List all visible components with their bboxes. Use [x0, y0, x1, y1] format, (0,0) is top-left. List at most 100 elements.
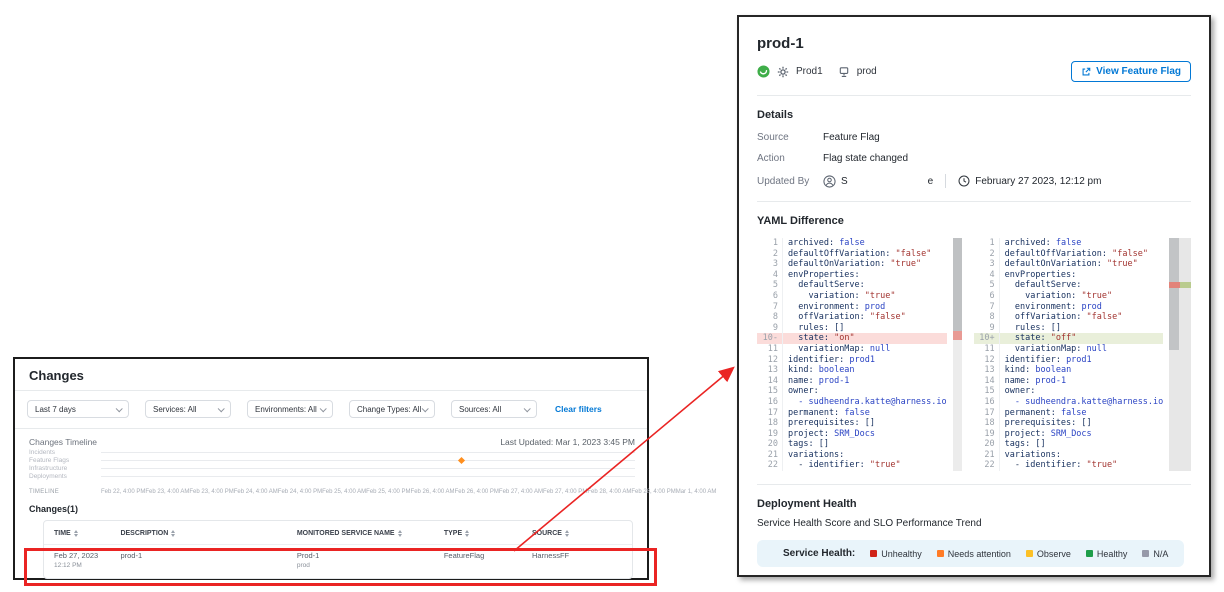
- yaml-line: 6 variation: "true": [974, 291, 1164, 302]
- legend-item-label: N/A: [1153, 549, 1168, 559]
- last-updated-text: Last Updated: Mar 1, 2023 3:45 PM: [500, 437, 635, 447]
- sort-icon[interactable]: [465, 530, 469, 537]
- yaml-line: 4envProperties:: [974, 270, 1164, 281]
- sort-icon[interactable]: [565, 530, 569, 537]
- diff-change-marker: [1169, 282, 1191, 288]
- yaml-line: 7 environment: prod: [757, 302, 947, 313]
- timeline-row: Infrastructure: [29, 464, 635, 472]
- yaml-line-added: 10+ state: "off": [974, 333, 1164, 344]
- yaml-line: 14name: prod-1: [757, 376, 947, 387]
- divider: [757, 201, 1191, 202]
- page: Changes Last 7 days Services: All Enviro…: [0, 0, 1224, 592]
- view-feature-flag-button[interactable]: View Feature Flag: [1071, 61, 1191, 82]
- filter-dropdown[interactable]: Last 7 days: [27, 400, 129, 418]
- source-label: Source: [757, 132, 823, 143]
- yaml-line: 2defaultOffVariation: "false": [974, 249, 1164, 260]
- change-event-marker[interactable]: [458, 456, 465, 463]
- details-heading: Details: [757, 109, 1191, 121]
- column-header[interactable]: SOURCE: [532, 530, 632, 537]
- sort-icon[interactable]: [398, 530, 402, 537]
- legend-swatch-icon: [1086, 550, 1093, 557]
- yaml-line: 12identifier: prod1: [757, 355, 947, 366]
- yaml-line: 21variations:: [974, 450, 1164, 461]
- cell-time: Feb 27, 2023 12:12 PM: [44, 551, 120, 569]
- updated-by-label: Updated By: [757, 176, 823, 187]
- chevron-down-icon: [116, 405, 123, 412]
- environment-icon: [838, 66, 850, 78]
- yaml-scrollbar-after[interactable]: [1169, 238, 1191, 471]
- column-header[interactable]: TYPE: [444, 530, 532, 537]
- yaml-line: 11 variationMap: null: [974, 344, 1164, 355]
- timeline-row-label: Deployments: [29, 473, 101, 480]
- deployment-health-heading: Deployment Health: [757, 498, 1191, 510]
- column-header[interactable]: DESCRIPTION: [120, 530, 296, 537]
- yaml-line: 9 rules: []: [974, 323, 1164, 334]
- sort-icon[interactable]: [171, 530, 175, 537]
- yaml-scrollbar-before[interactable]: [953, 238, 962, 471]
- yaml-line: 19project: SRM_Docs: [974, 429, 1164, 440]
- legend-item-label: Healthy: [1097, 549, 1128, 559]
- change-detail-panel: prod-1 Prod1 prod: [737, 15, 1211, 577]
- legend-item: Needs attention: [937, 549, 1011, 559]
- sort-icon[interactable]: [74, 530, 78, 537]
- timeline-rows: Incidents Feature Flags Infrastructure D…: [29, 448, 635, 480]
- timeline-axis: TIMELINE Feb 22, 4:00 PMFeb 23, 4:00 AMF…: [29, 489, 635, 495]
- timeline-tick: Feb 25, 4:00 AM: [322, 489, 366, 495]
- updated-at-value: February 27 2023, 12:12 pm: [975, 176, 1101, 187]
- yaml-line: 5 defaultServe:: [974, 280, 1164, 291]
- timeline-tick: Mar 1, 4:00 AM: [676, 489, 717, 495]
- column-header[interactable]: MONITORED SERVICE NAME: [297, 530, 444, 537]
- vertical-divider: [945, 174, 946, 188]
- filter-dropdown[interactable]: Sources: All: [451, 400, 537, 418]
- clear-filters-link[interactable]: Clear filters: [555, 404, 602, 414]
- changes-panel-title: Changes: [29, 368, 635, 383]
- column-header-label: TIME: [54, 530, 71, 537]
- timeline-row: Deployments: [29, 472, 635, 480]
- divider: [757, 484, 1191, 485]
- yaml-line-removed: 10- state: "on": [757, 333, 947, 344]
- cell-source: HarnessFF: [532, 551, 632, 569]
- filter-dropdown[interactable]: Change Types: All: [349, 400, 435, 418]
- chevron-down-icon: [524, 405, 531, 412]
- table-row[interactable]: Feb 27, 2023 12:12 PM prod-1 Prod-1 prod…: [44, 544, 632, 578]
- legend-swatch-icon: [1142, 550, 1149, 557]
- timeline-row-line: [101, 468, 635, 469]
- scrollbar-thumb[interactable]: [953, 238, 962, 331]
- cell-description: prod-1: [120, 551, 296, 569]
- yaml-line: 20tags: []: [757, 439, 947, 450]
- yaml-diff: 1archived: false2defaultOffVariation: "f…: [757, 238, 1191, 471]
- changes-table: TIME DESCRIPTION MONITORED SERVICE NAME …: [43, 520, 633, 579]
- legend-item-label: Observe: [1037, 549, 1071, 559]
- updated-by-name-first: S: [841, 176, 848, 187]
- chevron-down-icon: [320, 405, 327, 412]
- legend-item-label: Needs attention: [948, 549, 1011, 559]
- service-health-legend: Service Health: Unhealthy Needs attentio…: [757, 540, 1184, 567]
- deployment-health-subheading: Service Health Score and SLO Performance…: [757, 518, 1191, 529]
- detail-row-updated-by: Updated By S e: [757, 174, 1191, 188]
- yaml-line: 20tags: []: [974, 439, 1164, 450]
- timeline-header: Changes Timeline Last Updated: Mar 1, 20…: [29, 437, 635, 447]
- timeline-tick: Feb 23, 4:00 AM: [145, 489, 189, 495]
- yaml-line: 15owner:: [757, 386, 947, 397]
- timeline-row-label: Infrastructure: [29, 465, 101, 472]
- timeline-row-line: [101, 452, 635, 453]
- filter-dropdown[interactable]: Environments: All: [247, 400, 333, 418]
- scrollbar-thumb[interactable]: [1169, 238, 1179, 350]
- timeline-title: Changes Timeline: [29, 437, 97, 447]
- yaml-line: 13kind: boolean: [757, 365, 947, 376]
- gear-icon: [777, 66, 789, 78]
- divider: [15, 428, 647, 429]
- service-health-legend-label: Service Health:: [783, 548, 855, 559]
- timeline-row-line: [101, 476, 635, 477]
- service-label: Prod1: [796, 66, 823, 77]
- yaml-line: 1archived: false: [974, 238, 1164, 249]
- filter-dropdown[interactable]: Services: All: [145, 400, 231, 418]
- column-header-label: TYPE: [444, 530, 462, 537]
- clock-icon: [958, 175, 970, 187]
- yaml-line: 15owner:: [974, 386, 1164, 397]
- column-header-label: MONITORED SERVICE NAME: [297, 530, 395, 537]
- column-header[interactable]: TIME: [44, 530, 120, 537]
- timeline-axis-label: TIMELINE: [29, 489, 101, 495]
- timeline-tick: Feb 27, 4:00 PM: [543, 489, 587, 495]
- yaml-line: 13kind: boolean: [974, 365, 1164, 376]
